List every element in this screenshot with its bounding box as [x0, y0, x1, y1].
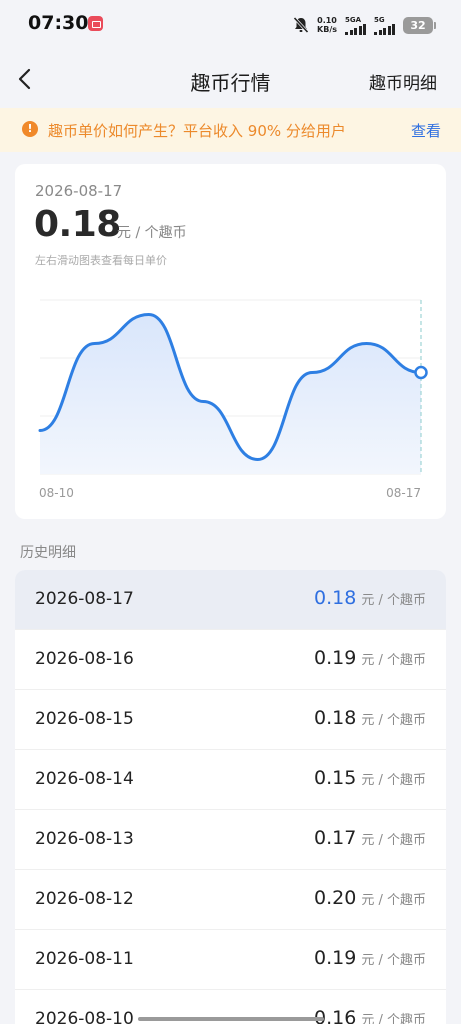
price-chart[interactable] [15, 164, 446, 519]
network-speed-value: 0.10 [317, 16, 337, 25]
signal-1-label: 5GA [345, 15, 362, 24]
history-row-date: 2026-08-13 [35, 829, 134, 849]
history-row-unit: 元 / 个趣币 [361, 953, 426, 968]
history-row-unit: 元 / 个趣币 [361, 893, 426, 908]
nav-bar: 趣币行情 趣币明细 [0, 50, 461, 108]
history-row-price-group: 0.15 元 / 个趣币 [314, 767, 426, 789]
history-row-date: 2026-08-16 [35, 649, 134, 669]
history-row-unit: 元 / 个趣币 [361, 1013, 426, 1024]
history-row-price-group: 0.17 元 / 个趣币 [314, 827, 426, 849]
status-indicators: 0.10 KB/s 5GA 5G 32 [293, 13, 436, 37]
status-bar: 07:30 0.10 KB/s 5GA 5G 32 [0, 0, 461, 50]
x-axis-start-label: 08-10 [39, 486, 74, 500]
signal-2-label: 5G [374, 15, 385, 24]
history-row-price: 0.19 [314, 647, 357, 669]
history-row[interactable]: 2026-08-11 0.19 元 / 个趣币 [15, 930, 446, 990]
chart-area-fill [40, 314, 421, 474]
history-row-price: 0.20 [314, 887, 357, 909]
bell-off-icon [293, 16, 309, 34]
history-row-price-group: 0.19 元 / 个趣币 [314, 647, 426, 669]
history-row-price: 0.17 [314, 827, 357, 849]
history-row-price-group: 0.20 元 / 个趣币 [314, 887, 426, 909]
calendar-app-icon [88, 16, 103, 31]
history-row-unit: 元 / 个趣币 [361, 833, 426, 848]
history-row-unit: 元 / 个趣币 [361, 773, 426, 788]
history-row[interactable]: 2026-08-14 0.15 元 / 个趣币 [15, 750, 446, 810]
history-section-title: 历史明细 [20, 545, 76, 561]
notice-view-link[interactable]: 查看 [411, 120, 441, 141]
price-chart-card: 2026-08-17 0.18 元 / 个趣币 左右滑动图表查看每日单价 08-… [15, 164, 446, 519]
signal-bars-icon [374, 23, 395, 35]
history-row-price-group: 0.18 元 / 个趣币 [314, 707, 426, 729]
history-row-date: 2026-08-15 [35, 709, 134, 729]
history-row-price: 0.18 [314, 587, 357, 609]
history-row-price-group: 0.19 元 / 个趣币 [314, 947, 426, 969]
network-speed-unit: KB/s [317, 25, 337, 34]
notice-text: 趣币单价如何产生？平台收入 90% 分给用户 [48, 122, 346, 140]
history-row[interactable]: 2026-08-13 0.17 元 / 个趣币 [15, 810, 446, 870]
history-row-price: 0.15 [314, 767, 357, 789]
exclamation-circle-icon: ! [22, 121, 38, 137]
status-time: 07:30 [28, 12, 89, 34]
history-row-date: 2026-08-12 [35, 889, 134, 909]
history-row-unit: 元 / 个趣币 [361, 653, 426, 668]
history-row-date: 2026-08-10 [35, 1009, 134, 1024]
signal-bars-icon [345, 23, 366, 35]
network-speed: 0.10 KB/s [317, 16, 337, 34]
history-list: 2026-08-17 0.18 元 / 个趣币 2026-08-16 0.19 元 / 个… [15, 570, 446, 1024]
history-row-date: 2026-08-11 [35, 949, 134, 969]
history-row[interactable]: 2026-08-15 0.18 元 / 个趣币 [15, 690, 446, 750]
history-row-unit: 元 / 个趣币 [361, 713, 426, 728]
chart-highlight-point [414, 365, 428, 380]
x-axis-end-label: 08-17 [386, 486, 421, 500]
home-indicator[interactable] [138, 1017, 324, 1021]
coin-details-link[interactable]: 趣币明细 [369, 69, 437, 94]
history-row-unit: 元 / 个趣币 [361, 593, 426, 608]
history-row-price: 0.19 [314, 947, 357, 969]
history-row-price-group: 0.16 元 / 个趣币 [314, 1007, 426, 1024]
battery-icon: 32 [403, 16, 436, 34]
history-row-price: 0.18 [314, 707, 357, 729]
notice-banner: ! 趣币单价如何产生？平台收入 90% 分给用户 查看 [0, 108, 461, 152]
history-row[interactable]: 2026-08-16 0.19 元 / 个趣币 [15, 630, 446, 690]
history-row-price: 0.16 [314, 1007, 357, 1024]
signal-1: 5GA [345, 16, 366, 35]
history-row[interactable]: 2026-08-17 0.18 元 / 个趣币 [15, 570, 446, 630]
history-row[interactable]: 2026-08-12 0.20 元 / 个趣币 [15, 870, 446, 930]
history-row-date: 2026-08-17 [35, 589, 134, 609]
history-row-price-group: 0.18 元 / 个趣币 [314, 587, 426, 609]
history-row-date: 2026-08-14 [35, 769, 134, 789]
signal-2: 5G [374, 16, 395, 35]
